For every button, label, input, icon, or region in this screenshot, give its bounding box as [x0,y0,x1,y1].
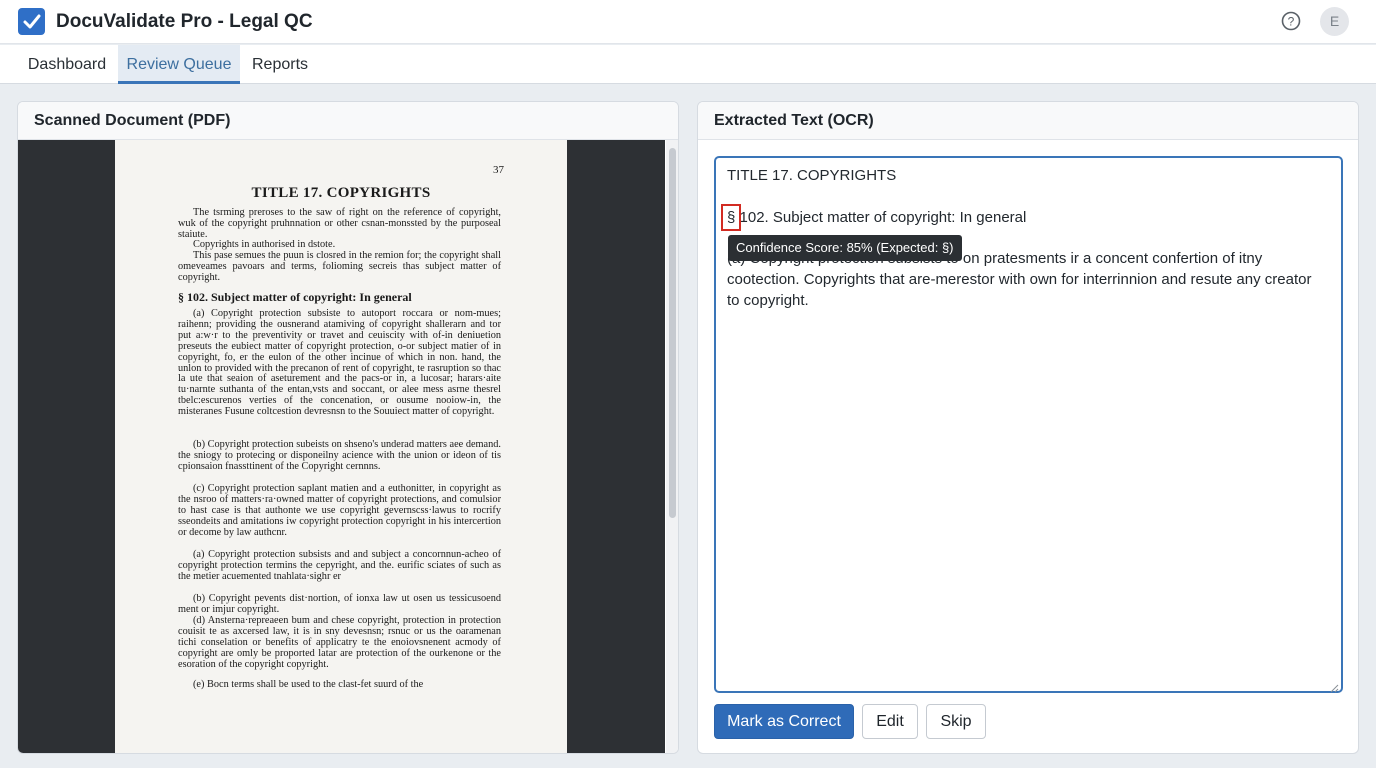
page-paragraph: (a) Copyright protection subsists and an… [178,549,501,582]
user-avatar[interactable]: E [1320,7,1349,36]
page-section-heading: § 102. Subject matter of copyright: In g… [178,290,412,304]
extracted-text-panel: Extracted Text (OCR) TITLE 17. COPYRIGHT… [697,101,1359,754]
ocr-text-area[interactable]: TITLE 17. COPYRIGHTS § 102. Subject matt… [714,156,1343,693]
mark-as-correct-button[interactable]: Mark as Correct [714,704,854,739]
title-bar: DocuValidate Pro - Legal QC ? E [0,0,1376,44]
skip-button[interactable]: Skip [926,704,986,739]
page-paragraph: This pase semues the puun is closred in … [178,250,501,283]
panel-title: Extracted Text (OCR) [714,112,874,129]
pdf-viewer[interactable]: 37 TITLE 17. COPYRIGHTS The tsrming prer… [18,140,665,753]
tab-bar: Dashboard Review Queue Reports [0,45,1376,84]
panel-header: Extracted Text (OCR) [698,102,1358,140]
edit-button[interactable]: Edit [862,704,918,739]
low-confidence-highlight[interactable] [721,204,741,231]
ocr-line-text: 102. Subject matter of copyright: In gen… [735,209,1027,226]
svg-text:?: ? [1288,15,1295,29]
ocr-line: § 102. Subject matter of copyright: In g… [727,209,1026,226]
tab-reports[interactable]: Reports [242,45,318,84]
page-paragraph: The tsrming preroses to the saw of right… [178,207,501,240]
scrollbar-thumb[interactable] [669,148,676,518]
page-paragraph: (e) Bocn terms shall be used to the clas… [193,679,424,690]
panel-title: Scanned Document (PDF) [34,112,231,129]
page-title: TITLE 17. COPYRIGHTS [251,185,431,201]
page-paragraph: (b) Copyright protection subeists on shs… [178,439,501,472]
app-title: DocuValidate Pro - Legal QC [56,11,313,32]
tab-dashboard[interactable]: Dashboard [16,45,118,84]
page-paragraph: (a) Copyright protection subsiste to aut… [178,308,501,418]
page-paragraph: (d) Ansterna·repreaeen bum and chese cop… [178,615,501,670]
tab-review-queue[interactable]: Review Queue [118,45,240,84]
scanned-document-panel: Scanned Document (PDF) 37 TITLE 17. COPY… [17,101,679,754]
resize-grip-icon[interactable] [1330,680,1339,693]
pdf-page: 37 TITLE 17. COPYRIGHTS The tsrming prer… [115,140,567,753]
viewer-scrollbar[interactable] [666,140,678,753]
page-paragraph: (c) Copyright protection saplant matien … [178,483,501,538]
checkbox-checked-icon [18,8,45,35]
ocr-line: TITLE 17. COPYRIGHTS [727,167,897,184]
confidence-tooltip: Confidence Score: 85% (Expected: §) [728,235,962,261]
page-paragraph: (b) Copyright pevents dist·nortion, of i… [178,593,501,615]
question-circle-icon[interactable]: ? [1281,11,1301,31]
panel-header: Scanned Document (PDF) [18,102,678,140]
page-number: 37 [493,164,504,176]
